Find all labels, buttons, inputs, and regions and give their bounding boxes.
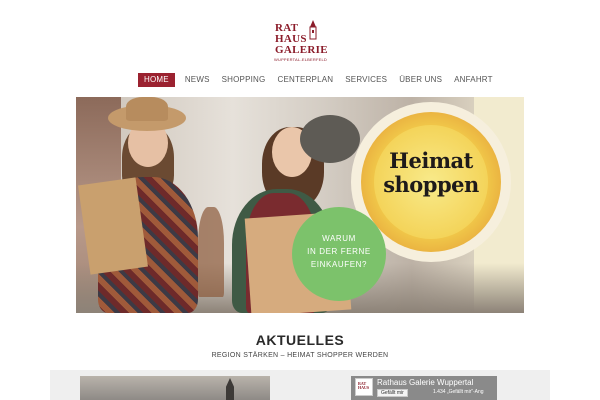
avatar-logo-mark: RAT HAUS (358, 381, 370, 390)
nav-item-anfahrt[interactable]: ANFAHRT (448, 73, 499, 87)
headline-line-1: Heimat (389, 148, 473, 173)
facebook-widget[interactable]: RAT HAUS Rathaus Galerie Wuppertal Gefäll… (351, 376, 497, 400)
nav-item-centerplan[interactable]: CENTERPLAN (271, 73, 339, 87)
headline-line-2: shoppen (383, 172, 479, 197)
logo-subtitle: WUPPERTAL-ELBERFELD (274, 57, 327, 62)
background-pedestrian (198, 207, 224, 297)
facebook-page-avatar[interactable]: RAT HAUS (355, 378, 373, 396)
nav-item-services[interactable]: SERVICES (339, 73, 393, 87)
warum-line-2: IN DER FERNE (307, 247, 371, 256)
nav-item-news[interactable]: NEWS (179, 73, 216, 87)
nav-item-shopping[interactable]: SHOPPING (216, 73, 272, 87)
news-thumbnail[interactable] (80, 376, 270, 400)
facebook-like-button[interactable]: Gefällt mir (377, 389, 408, 397)
site-logo[interactable]: RAT HAUS GALERIE WUPPERTAL-ELBERFELD (270, 20, 330, 64)
nav-item-ueber-uns[interactable]: ÜBER UNS (393, 73, 448, 87)
news-strip: RAT HAUS Rathaus Galerie Wuppertal Gefäll… (50, 370, 550, 400)
main-nav: HOME NEWS SHOPPING CENTERPLAN SERVICES Ü… (138, 73, 499, 87)
warum-line-1: WARUM (322, 234, 356, 243)
section-subtitle: REGION STÄRKEN – HEIMAT SHOPPER WERDEN (211, 352, 389, 359)
church-spire-image (226, 378, 234, 400)
logo-text-galerie: GALERIE (275, 44, 328, 56)
facebook-like-count: 1.434 „Gefällt mir“-Ang (433, 389, 484, 395)
warum-line-3: EINKAUFEN? (310, 260, 368, 269)
woman-left-hat-crown (126, 97, 168, 121)
facebook-page-name[interactable]: Rathaus Galerie Wuppertal (377, 378, 473, 387)
tower-icon (309, 20, 317, 40)
section-title: AKTUELLES (255, 332, 345, 348)
nav-item-home[interactable]: HOME (138, 73, 175, 87)
warum-text: WARUM IN DER FERNE EINKAUFEN? (298, 232, 380, 271)
heimat-shoppen-headline: Heimat shoppen (376, 149, 486, 197)
shopping-bag-left (78, 177, 148, 275)
woman-right-beanie (300, 115, 360, 163)
hero-banner[interactable]: Heimat shoppen WARUM IN DER FERNE EINKAU… (76, 97, 524, 313)
